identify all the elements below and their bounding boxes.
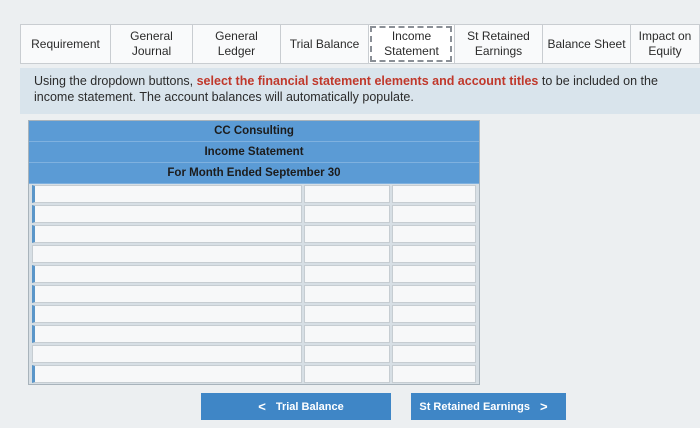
- amount-cell: [304, 345, 390, 363]
- tab-st-retained-earnings[interactable]: St Retained Earnings: [454, 24, 542, 64]
- prev-button[interactable]: < Trial Balance: [201, 393, 391, 420]
- table-row: [32, 265, 476, 283]
- table-row: [32, 325, 476, 343]
- table-row: [32, 185, 476, 203]
- total-cell: [392, 245, 476, 263]
- table-row: [32, 245, 476, 263]
- total-cell: [392, 365, 476, 383]
- table-row: [32, 225, 476, 243]
- total-cell: [392, 345, 476, 363]
- total-cell: [392, 265, 476, 283]
- tab-label: Impact on Equity: [638, 29, 692, 58]
- table-row: [32, 345, 476, 363]
- tab-bar: Requirement General Journal General Ledg…: [20, 24, 700, 64]
- total-cell: [392, 185, 476, 203]
- account-title-dropdown[interactable]: [32, 185, 302, 203]
- amount-cell: [304, 265, 390, 283]
- instructions-prefix: Using the dropdown buttons,: [34, 74, 197, 88]
- next-button-label: St Retained Earnings: [419, 400, 531, 413]
- account-title-dropdown[interactable]: [32, 265, 302, 283]
- account-title-dropdown[interactable]: [32, 345, 302, 363]
- amount-cell: [304, 365, 390, 383]
- tab-label: Trial Balance: [289, 36, 360, 51]
- chevron-right-icon: >: [540, 399, 548, 414]
- account-title-dropdown[interactable]: [32, 225, 302, 243]
- table-row: [32, 205, 476, 223]
- tab-label: Balance Sheet: [547, 36, 626, 51]
- tab-balance-sheet[interactable]: Balance Sheet: [542, 24, 630, 64]
- instructions-highlight: select the financial statement elements …: [196, 74, 539, 88]
- table-row: [32, 285, 476, 303]
- total-cell: [392, 325, 476, 343]
- amount-cell: [304, 205, 390, 223]
- tab-label: General Ledger: [215, 29, 258, 58]
- account-title-dropdown[interactable]: [32, 285, 302, 303]
- amount-cell: [304, 225, 390, 243]
- tab-label: St Retained Earnings: [467, 29, 530, 58]
- tab-impact-on-equity[interactable]: Impact on Equity: [630, 24, 700, 64]
- amount-cell: [304, 245, 390, 263]
- tab-requirement[interactable]: Requirement: [20, 24, 110, 64]
- tab-general-journal[interactable]: General Journal: [110, 24, 192, 64]
- statement-period: For Month Ended September 30: [29, 163, 479, 184]
- account-title-dropdown[interactable]: [32, 205, 302, 223]
- tab-label: Income Statement: [384, 29, 439, 58]
- chevron-left-icon: <: [258, 399, 266, 414]
- total-cell: [392, 205, 476, 223]
- total-cell: [392, 305, 476, 323]
- amount-cell: [304, 285, 390, 303]
- table-row: [32, 365, 476, 383]
- tab-label: Requirement: [31, 36, 100, 51]
- income-statement-table: CC Consulting Income Statement For Month…: [28, 120, 480, 385]
- tab-label: General Journal: [130, 29, 173, 58]
- prev-button-label: Trial Balance: [275, 400, 344, 413]
- amount-cell: [304, 325, 390, 343]
- account-title-dropdown[interactable]: [32, 325, 302, 343]
- tab-general-ledger[interactable]: General Ledger: [192, 24, 280, 64]
- total-cell: [392, 225, 476, 243]
- amount-cell: [304, 305, 390, 323]
- tab-income-statement[interactable]: Income Statement: [368, 24, 454, 64]
- account-title-dropdown[interactable]: [32, 305, 302, 323]
- account-title-dropdown[interactable]: [32, 365, 302, 383]
- statement-title: Income Statement: [29, 142, 479, 163]
- account-title-dropdown[interactable]: [32, 245, 302, 263]
- table-row: [32, 305, 476, 323]
- company-name: CC Consulting: [29, 121, 479, 142]
- tab-trial-balance[interactable]: Trial Balance: [280, 24, 368, 64]
- instructions: Using the dropdown buttons, select the f…: [20, 68, 700, 114]
- amount-cell: [304, 185, 390, 203]
- total-cell: [392, 285, 476, 303]
- next-button[interactable]: St Retained Earnings >: [411, 393, 566, 420]
